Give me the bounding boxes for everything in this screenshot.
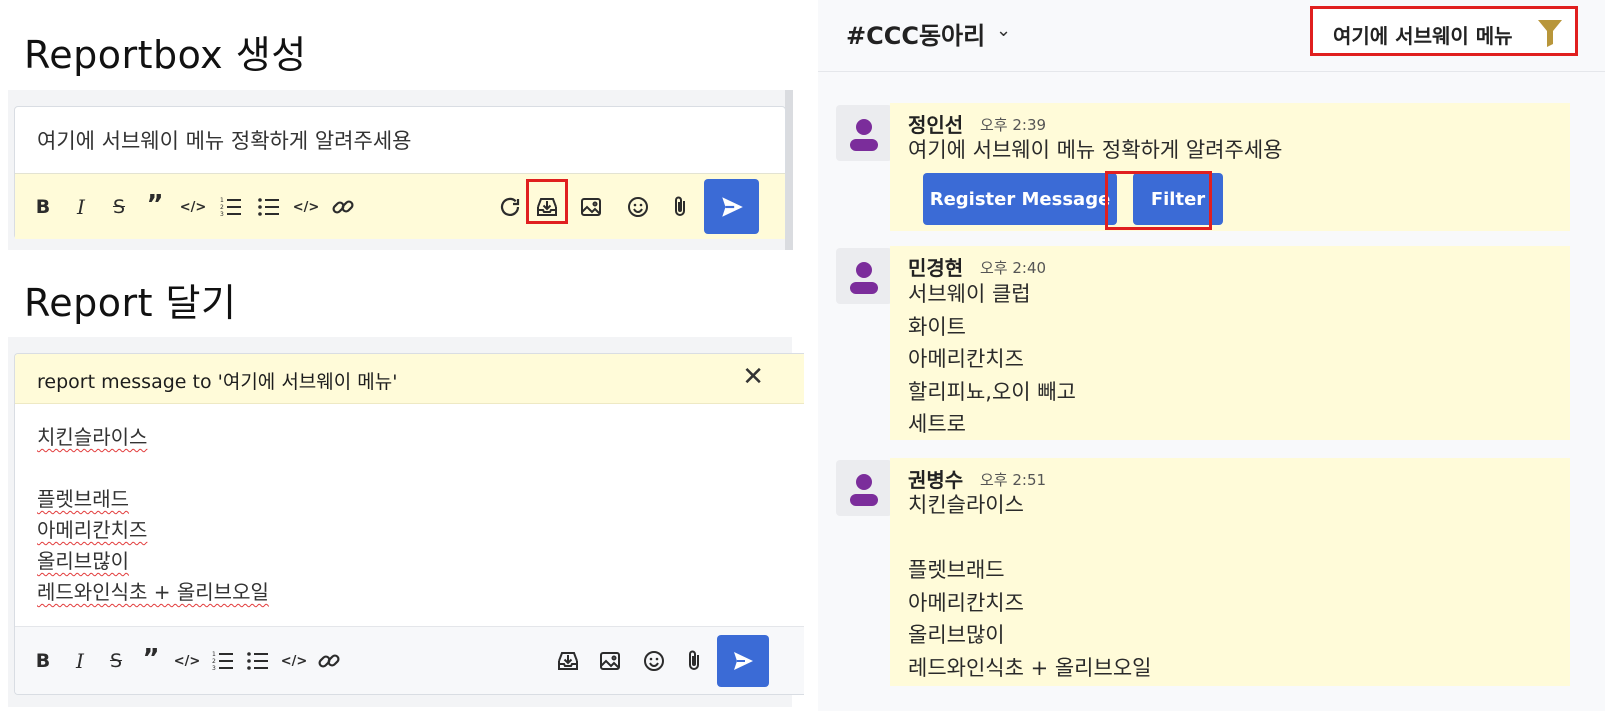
send-icon [734,652,753,670]
ordered-list-icon[interactable]: 123 [209,647,237,675]
inline-code-icon[interactable]: </> [179,193,207,221]
quote-icon[interactable]: ” [137,644,165,674]
reply-target-label: report message to '여기에 서브웨이 메뉴' [37,371,398,393]
emoji-icon[interactable] [640,647,668,675]
refresh-icon[interactable] [496,193,524,221]
filter-label: 여기에 서브웨이 메뉴 [1333,24,1513,48]
message-line: 세트로 [908,412,966,436]
attach-icon[interactable] [680,647,708,675]
message-author: 민경현 [908,256,964,280]
bullet-list-icon[interactable] [244,647,272,675]
message-line [908,522,1151,555]
bold-icon[interactable]: B [29,647,57,675]
reply-toolbar: B I S ” </> 123 </> [15,626,804,694]
send-button[interactable] [704,179,759,234]
reportbox-filter[interactable]: 여기에 서브웨이 메뉴 [1310,6,1578,56]
svg-text:1: 1 [220,197,224,204]
message-body: 서브웨이 클럽 화이트 아메리칸치즈 할리피뇨,오이 빼고 세트로 [908,278,1076,441]
register-message-button[interactable]: Register Message [923,173,1117,225]
annotation-highlight-filter [1105,171,1212,230]
message-line: 할리피뇨,오이 빼고 [908,379,1076,404]
annotation-highlight-reportbox [526,179,568,224]
code-block-icon[interactable]: </> [292,193,320,221]
chevron-down-icon[interactable]: ⌄ [996,20,1011,41]
reportbox-icon[interactable] [554,647,582,675]
avatar [836,105,892,161]
chat-view: #CCC동아리 ⌄ 여기에 서브웨이 메뉴 정인선 오후 2:39 여기에 서브… [818,0,1605,711]
reply-line: 올리브많이 [37,549,129,573]
funnel-icon[interactable] [1537,18,1563,52]
svg-text:2: 2 [212,658,216,665]
message-line: 여기에 서브웨이 메뉴 정확하게 알려주세용 [908,138,1283,162]
image-icon[interactable] [577,193,605,221]
reply-line: 플렛브래드 [37,487,129,511]
svg-text:3: 3 [212,665,216,672]
reply-banner: report message to '여기에 서브웨이 메뉴' ✕ [15,354,804,404]
composer-toolbar: B I S ” </> 123 </> [15,173,785,239]
message-body: 여기에 서브웨이 메뉴 정확하게 알려주세용 [908,134,1282,167]
bold-icon[interactable]: B [29,193,57,221]
message-body: 치킨슬라이스 플렛브래드 아메리칸치즈 올리브많이 레드와인식초 + 올리브오일 [908,489,1151,684]
message-line: 치킨슬라이스 [908,493,1024,517]
message-time: 오후 2:39 [980,116,1047,134]
link-icon[interactable] [329,193,357,221]
reply-send-button[interactable] [717,635,769,687]
message-input[interactable]: 여기에 서브웨이 메뉴 정확하게 알려주세용 [37,125,411,155]
chat-message: 민경현 오후 2:40 서브웨이 클럽 화이트 아메리칸치즈 할리피뇨,오이 빼… [836,246,1598,442]
message-composer: 여기에 서브웨이 메뉴 정확하게 알려주세용 B I S ” </> 123 <… [14,106,786,239]
scrollbar[interactable] [785,90,793,250]
message-line: 레드와인식초 + 올리브오일 [908,655,1152,680]
message-line: 플렛브래드 [908,558,1005,582]
svg-text:2: 2 [220,204,224,211]
reply-line: 레드와인식초 + 올리브오일 [37,580,269,604]
inline-code-icon[interactable]: </> [173,647,201,675]
message-line: 화이트 [908,314,966,339]
avatar [836,460,892,516]
svg-text:3: 3 [220,211,224,218]
svg-text:1: 1 [212,651,216,658]
italic-icon[interactable]: I [67,193,95,221]
avatar [836,248,892,304]
chat-header: #CCC동아리 ⌄ 여기에 서브웨이 메뉴 [818,0,1605,72]
message-bubble: 권병수 오후 2:51 치킨슬라이스 플렛브래드 아메리칸치즈 올리브많이 레드… [890,458,1570,686]
send-icon [721,196,743,217]
chat-message: 정인선 오후 2:39 여기에 서브웨이 메뉴 정확하게 알려주세용 Regis… [836,103,1598,233]
emoji-icon[interactable] [624,193,652,221]
italic-icon[interactable]: I [66,647,94,675]
channel-name[interactable]: #CCC동아리 [846,16,985,51]
reply-line: 아메리칸치즈 [37,518,148,542]
code-block-icon[interactable]: </> [280,647,308,675]
reply-composer: report message to '여기에 서브웨이 메뉴' ✕ 치킨슬라이스… [14,353,804,695]
message-line: 서브웨이 클럽 [908,282,1031,306]
strikethrough-icon[interactable]: S [105,193,133,221]
close-icon[interactable]: ✕ [742,362,764,392]
chat-message: 권병수 오후 2:51 치킨슬라이스 플렛브래드 아메리칸치즈 올리브많이 레드… [836,458,1598,688]
reply-input[interactable]: 치킨슬라이스 플렛브래드 아메리칸치즈 올리브많이 레드와인식초 + 올리브오일 [37,422,269,608]
message-line: 올리브많이 [908,623,1005,647]
message-line: 아메리칸치즈 [908,590,1024,615]
report-reply-title: Report 달기 [24,281,237,325]
message-line: 아메리칸치즈 [908,347,1024,371]
reply-line [37,453,269,484]
ordered-list-icon[interactable]: 123 [217,193,245,221]
reply-line: 치킨슬라이스 [37,425,148,449]
message-time: 오후 2:51 [980,471,1047,489]
attach-icon[interactable] [666,193,694,221]
reportbox-create-title: Reportbox 생성 [24,33,307,77]
bullet-list-icon[interactable] [255,193,283,221]
message-bubble: 민경현 오후 2:40 서브웨이 클럽 화이트 아메리칸치즈 할리피뇨,오이 빼… [890,246,1570,440]
quote-icon[interactable]: ” [141,190,169,220]
strikethrough-icon[interactable]: S [102,647,130,675]
link-icon[interactable] [315,647,343,675]
message-time: 오후 2:40 [980,259,1047,277]
message-bubble: 정인선 오후 2:39 여기에 서브웨이 메뉴 정확하게 알려주세용 Regis… [890,103,1570,231]
image-icon[interactable] [596,647,624,675]
